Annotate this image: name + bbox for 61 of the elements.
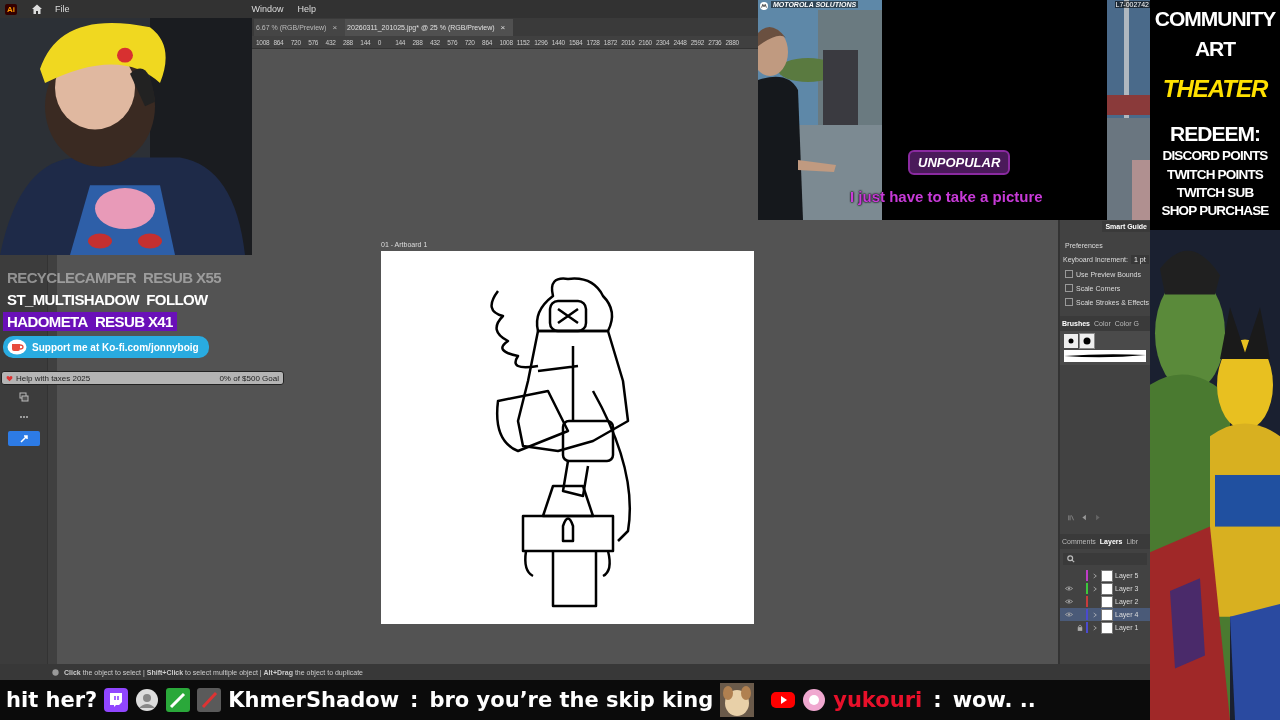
show-logo: UNPOPULAR xyxy=(908,150,1011,175)
alert-line: RECYCLECAMPER RESUB X55 xyxy=(6,268,222,287)
overlay-text: TWITCH SUB xyxy=(1176,185,1254,200)
blade-badge-icon xyxy=(197,688,222,712)
brush-swatch[interactable] xyxy=(1080,334,1094,348)
app-logo: Ai xyxy=(5,3,17,15)
chat-message: bro you’re the skip king xyxy=(429,688,714,712)
overlay-text: SHOP PURCHASE xyxy=(1161,203,1269,218)
layer-thumbnail xyxy=(1101,569,1113,582)
eye-icon[interactable] xyxy=(1064,586,1073,591)
close-icon[interactable]: × xyxy=(500,23,506,32)
overlay-text: REDEEM: xyxy=(1170,123,1260,146)
chevron-icon[interactable] xyxy=(1092,585,1097,592)
checkbox[interactable] xyxy=(1065,270,1073,278)
eye-icon[interactable] xyxy=(1064,612,1073,617)
home-icon[interactable] xyxy=(31,3,43,15)
library-icon[interactable] xyxy=(1068,514,1075,521)
overlay-text: TWITCH POINTS xyxy=(1166,167,1264,182)
heart-icon xyxy=(6,374,13,382)
close-icon[interactable]: × xyxy=(332,23,338,32)
avatar-icon xyxy=(802,688,827,712)
goal-progress: 0% of $500 Goal xyxy=(219,373,279,383)
previous-icon[interactable] xyxy=(1081,514,1088,521)
chat-message: wow. .. xyxy=(952,688,1036,712)
search-field[interactable] xyxy=(1063,553,1147,565)
chevron-icon[interactable] xyxy=(1092,624,1097,631)
checkbox[interactable] xyxy=(1065,284,1073,292)
chevron-icon[interactable] xyxy=(1092,572,1097,579)
sword-badge-icon xyxy=(166,688,191,712)
search-icon xyxy=(1067,555,1075,563)
brush-swatch[interactable] xyxy=(1064,334,1078,348)
menu-item[interactable]: File xyxy=(53,4,72,14)
overlay-text: ART xyxy=(1194,38,1236,61)
tool-button[interactable] xyxy=(7,431,40,446)
motorola-logo-icon xyxy=(760,2,768,10)
alert-line: ST_MULTISHADOW FOLLOW xyxy=(6,290,209,309)
chat-separator: : xyxy=(410,688,419,712)
chat-separator: : xyxy=(933,688,942,712)
layer-thumbnail xyxy=(1101,621,1113,634)
layers-icon[interactable] xyxy=(17,391,30,403)
chat-message: hit her? xyxy=(6,688,98,712)
eye-icon[interactable] xyxy=(1064,599,1073,604)
menu-item[interactable]: Window xyxy=(249,4,286,14)
overlay-text: THEATER xyxy=(1162,76,1268,102)
layer-thumbnail xyxy=(1101,608,1113,621)
lock-icon[interactable] xyxy=(1076,624,1083,631)
goal-title: Help with taxes 2025 xyxy=(16,373,91,383)
chat-username: yukouri xyxy=(833,688,923,712)
chevron-icon[interactable] xyxy=(1092,611,1097,618)
checkbox[interactable] xyxy=(1065,298,1073,306)
help-icon[interactable] xyxy=(52,668,59,676)
chat-username: KhmerShadow xyxy=(228,688,400,712)
menu-item[interactable]: Help xyxy=(295,4,319,14)
avatar-icon xyxy=(135,688,160,712)
overlay-text: DISCORD POINTS xyxy=(1162,149,1268,164)
brush-stroke-icon[interactable] xyxy=(1064,350,1146,362)
cup-icon xyxy=(7,339,27,355)
overlay-text: COMMUNITY xyxy=(1154,8,1276,31)
layer-thumbnail xyxy=(1101,582,1113,595)
twitch-icon xyxy=(104,688,129,712)
layer-thumbnail xyxy=(1101,595,1113,608)
